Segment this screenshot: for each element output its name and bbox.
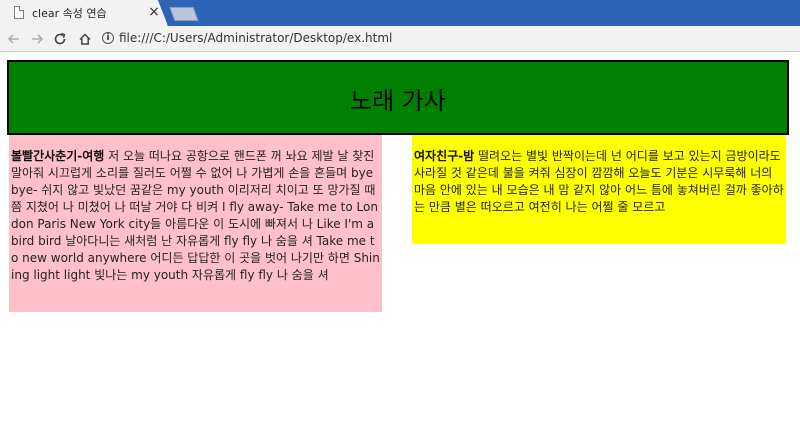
lyrics-text-left: 저 오늘 떠나요 공항으로 핸드폰 꺼 놔요 제발 날 찾진 말아줘 시끄럽게 … (11, 149, 380, 282)
arrow-right-icon (32, 34, 44, 44)
browser-toolbar: i file:///C:/Users/Administrator/Desktop… (0, 26, 800, 52)
back-button[interactable] (4, 29, 24, 49)
browser-tab[interactable]: clear 속성 연습 × (0, 0, 168, 26)
reload-button[interactable] (50, 29, 70, 49)
forward-button[interactable] (27, 29, 47, 49)
home-icon (79, 33, 91, 45)
lyrics-box-left: 볼빨간사춘기-여행 저 오늘 떠나요 공항으로 핸드폰 꺼 놔요 제발 날 찾진… (9, 135, 382, 312)
tab-title: clear 속성 연습 (32, 7, 107, 20)
page-title: 노래 가사 (350, 87, 446, 115)
new-tab-button[interactable] (169, 7, 199, 21)
arrow-left-icon (7, 34, 19, 44)
home-button[interactable] (75, 29, 95, 49)
reload-icon (54, 32, 66, 45)
document-icon (14, 6, 24, 19)
page-viewport: 노래 가사 볼빨간사춘기-여행 저 오늘 떠나요 공항으로 핸드폰 꺼 놔요 제… (0, 52, 800, 430)
info-icon[interactable]: i (102, 32, 114, 44)
song-heading-right: 여자친구-밤 (414, 149, 475, 163)
close-icon[interactable]: × (147, 4, 161, 20)
song-heading-left: 볼빨간사춘기-여행 (11, 149, 105, 163)
tab-strip: clear 속성 연습 × (0, 0, 800, 26)
lyrics-box-right: 여자친구-밤 떨려오는 별빛 반짝이는데 넌 어디를 보고 있는지 금방이라도 … (412, 135, 786, 244)
address-bar[interactable]: file:///C:/Users/Administrator/Desktop/e… (119, 31, 392, 45)
page-header: 노래 가사 (7, 60, 789, 135)
